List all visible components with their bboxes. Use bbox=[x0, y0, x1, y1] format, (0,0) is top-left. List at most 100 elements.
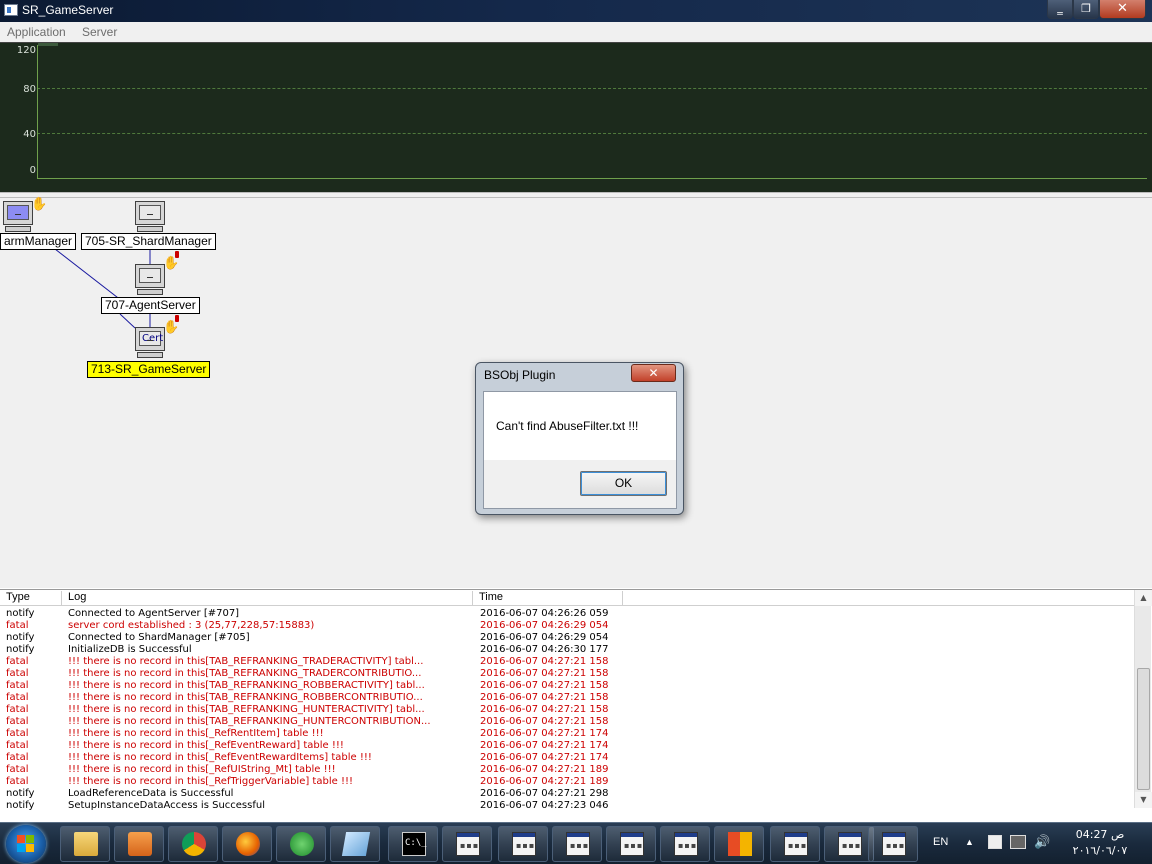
log-row[interactable]: notify Connected to AgentServer [#707] 201… bbox=[0, 608, 1134, 620]
log-cell-log: !!! there is no record in this[TAB_REFRA… bbox=[68, 680, 425, 691]
log-row[interactable]: fatal server cord established : 3 (25,77,… bbox=[0, 620, 1134, 632]
menu-server[interactable]: Server bbox=[82, 25, 117, 39]
node-label[interactable]: 707-AgentServer bbox=[101, 297, 200, 314]
log-cell-type: fatal bbox=[6, 620, 29, 631]
log-scrollbar[interactable]: ▲ ▼ bbox=[1134, 590, 1152, 808]
log-cell-time: 2016-06-07 04:27:21 158 bbox=[480, 668, 609, 679]
firefox-icon bbox=[236, 832, 260, 856]
hand-icon: ✋ bbox=[163, 320, 180, 335]
node-label[interactable]: 705-SR_ShardManager bbox=[81, 233, 216, 250]
log-row[interactable]: fatal !!! there is no record in this[TAB_… bbox=[0, 668, 1134, 680]
windows-explorer-icon bbox=[74, 832, 98, 856]
taskbar-button[interactable] bbox=[770, 826, 820, 862]
start-button[interactable] bbox=[6, 825, 46, 863]
close-button[interactable]: ✕ bbox=[1099, 0, 1146, 19]
log-row[interactable]: fatal !!! there is no record in this[TAB_… bbox=[0, 704, 1134, 716]
log-row[interactable]: fatal !!! there is no record in this[TAB_… bbox=[0, 716, 1134, 728]
taskbar-button[interactable] bbox=[868, 826, 918, 862]
app-window-icon bbox=[882, 832, 906, 856]
log-row[interactable]: fatal !!! there is no record in this[_Ref… bbox=[0, 728, 1134, 740]
taskbar-button[interactable] bbox=[168, 826, 218, 862]
computer-icon[interactable] bbox=[135, 201, 167, 233]
scroll-down-icon[interactable]: ▼ bbox=[1135, 792, 1152, 808]
log-cell-type: fatal bbox=[6, 764, 29, 775]
show-hidden-icons[interactable]: ▲ bbox=[965, 837, 974, 847]
taskbar-button[interactable] bbox=[442, 826, 492, 862]
app-window-icon bbox=[784, 832, 808, 856]
taskbar-button[interactable] bbox=[660, 826, 710, 862]
log-cell-time: 2016-06-07 04:27:21 158 bbox=[480, 692, 609, 703]
taskbar-button[interactable] bbox=[714, 826, 764, 862]
taskbar-button[interactable] bbox=[114, 826, 164, 862]
taskbar-button[interactable] bbox=[606, 826, 656, 862]
taskbar-button[interactable] bbox=[824, 826, 874, 862]
taskbar-button[interactable]: C:\_ bbox=[388, 826, 438, 862]
taskbar-button[interactable] bbox=[276, 826, 326, 862]
clock[interactable]: 04:27 ص ٢٠١٦/٠٦/٠٧ bbox=[1060, 827, 1140, 859]
log-cell-type: fatal bbox=[6, 668, 29, 679]
log-cell-time: 2016-06-07 04:26:29 054 bbox=[480, 620, 609, 631]
column-header-time[interactable]: Time bbox=[473, 591, 623, 606]
taskbar-button[interactable] bbox=[222, 826, 272, 862]
y-tick-label: 80 bbox=[23, 84, 36, 95]
taskbar-button[interactable] bbox=[330, 826, 380, 862]
log-row[interactable]: fatal !!! there is no record in this[TAB_… bbox=[0, 656, 1134, 668]
log-row[interactable]: fatal !!! there is no record in this[_Ref… bbox=[0, 764, 1134, 776]
log-row[interactable]: notify LoadReferenceData is Successful 201… bbox=[0, 788, 1134, 800]
menu-application[interactable]: Application bbox=[7, 25, 66, 39]
dialog-close-button[interactable]: ✕ bbox=[631, 364, 676, 382]
language-indicator[interactable]: EN bbox=[933, 836, 948, 848]
network-icon[interactable] bbox=[1010, 835, 1026, 849]
title-bar[interactable]: SR_GameServer ‗ ❐ ✕ bbox=[0, 0, 1152, 22]
log-row[interactable]: fatal !!! there is no record in this[_Ref… bbox=[0, 776, 1134, 788]
log-cell-log: !!! there is no record in this[TAB_REFRA… bbox=[68, 668, 422, 679]
office-icon bbox=[728, 832, 752, 856]
log-cell-time: 2016-06-07 04:26:30 177 bbox=[480, 644, 609, 655]
log-row[interactable]: fatal !!! there is no record in this[TAB_… bbox=[0, 692, 1134, 704]
log-cell-log: !!! there is no record in this[TAB_REFRA… bbox=[68, 704, 425, 715]
app-window-icon bbox=[566, 832, 590, 856]
column-header-type[interactable]: Type bbox=[0, 591, 62, 606]
app-icon bbox=[4, 4, 18, 16]
scroll-thumb[interactable] bbox=[1137, 668, 1150, 790]
network-globe-icon bbox=[290, 832, 314, 856]
taskbar-button[interactable] bbox=[552, 826, 602, 862]
log-row[interactable]: notify InitializeDB is Successful 2016-06-… bbox=[0, 644, 1134, 656]
log-cell-time: 2016-06-07 04:27:21 158 bbox=[480, 704, 609, 715]
volume-icon[interactable]: 🔊 bbox=[1034, 834, 1050, 850]
action-center-icon[interactable] bbox=[988, 835, 1002, 849]
link-line bbox=[119, 313, 136, 329]
taskbar-button[interactable] bbox=[498, 826, 548, 862]
maximize-button[interactable]: ❐ bbox=[1073, 0, 1099, 19]
log-row[interactable]: notify Connected to ShardManager [#705] 20… bbox=[0, 632, 1134, 644]
scroll-up-icon[interactable]: ▲ bbox=[1135, 590, 1152, 606]
node-label-selected[interactable]: 713-SR_GameServer bbox=[87, 361, 211, 378]
log-cell-type: fatal bbox=[6, 692, 29, 703]
log-cell-log: !!! there is no record in this[_RefEvent… bbox=[68, 752, 372, 763]
gridline bbox=[37, 133, 1147, 134]
minimize-button[interactable]: ‗ bbox=[1047, 0, 1073, 19]
log-cell-type: notify bbox=[6, 608, 35, 619]
windows-logo-icon bbox=[17, 835, 35, 853]
log-cell-type: fatal bbox=[6, 752, 29, 763]
taskbar-button[interactable] bbox=[60, 826, 110, 862]
log-cell-time: 2016-06-07 04:27:21 174 bbox=[480, 728, 609, 739]
log-cell-log: Connected to ShardManager [#705] bbox=[68, 632, 250, 643]
dialog-body: Can't find AbuseFilter.txt !!! OK bbox=[483, 391, 677, 509]
column-header-log[interactable]: Log bbox=[62, 591, 473, 606]
log-cell-log: !!! there is no record in this[_RefRentI… bbox=[68, 728, 324, 739]
ok-button[interactable]: OK bbox=[580, 471, 667, 496]
log-row[interactable]: fatal !!! there is no record in this[TAB_… bbox=[0, 680, 1134, 692]
log-row[interactable]: fatal !!! there is no record in this[_Ref… bbox=[0, 740, 1134, 752]
y-tick-label: 0 bbox=[29, 165, 36, 176]
log-cell-type: notify bbox=[6, 800, 35, 811]
log-cell-time: 2016-06-07 04:27:21 174 bbox=[480, 740, 609, 751]
log-cell-log: !!! there is no record in this[_RefEvent… bbox=[68, 740, 344, 751]
node-label[interactable]: armManager bbox=[0, 233, 77, 250]
log-row[interactable]: fatal !!! there is no record in this[_Ref… bbox=[0, 752, 1134, 764]
log-row[interactable]: notify SetupInstanceDataAccess is Success… bbox=[0, 800, 1134, 812]
log-cell-type: fatal bbox=[6, 716, 29, 727]
log-cell-time: 2016-06-07 04:27:21 189 bbox=[480, 764, 609, 775]
log-cell-type: fatal bbox=[6, 740, 29, 751]
log-cell-time: 2016-06-07 04:27:21 298 bbox=[480, 788, 609, 799]
